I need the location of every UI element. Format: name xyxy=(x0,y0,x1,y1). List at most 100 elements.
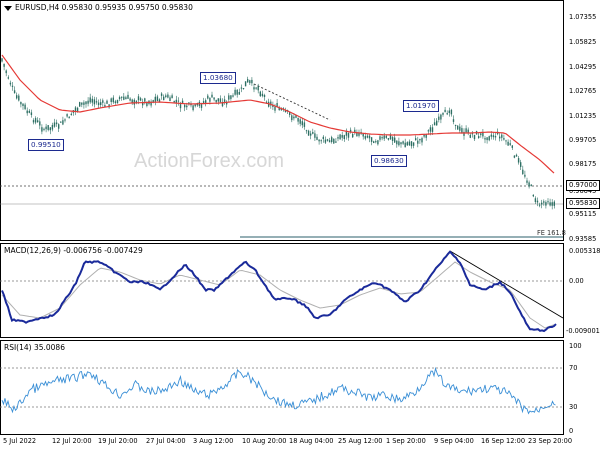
candle-body xyxy=(139,98,142,101)
candle-body xyxy=(13,90,16,94)
macd-main-line xyxy=(1,250,557,333)
candle-body xyxy=(125,97,127,100)
candle-body xyxy=(215,99,217,103)
candle-body xyxy=(322,136,324,139)
annotation-low: 0.99510 xyxy=(28,139,64,151)
candle-body xyxy=(223,99,226,102)
candle-body xyxy=(545,202,547,206)
candle-body xyxy=(205,100,207,103)
candle-body xyxy=(45,126,47,130)
candle-body xyxy=(34,118,37,123)
candle-body xyxy=(383,135,385,139)
y-tick: 0.93585 xyxy=(569,235,597,243)
price-tag-level: 0.97000 xyxy=(566,180,600,191)
candle-body xyxy=(465,128,467,133)
candle-body xyxy=(207,95,209,99)
candle-body xyxy=(316,136,318,140)
candle-body xyxy=(513,155,516,158)
candle-body xyxy=(404,142,406,148)
candle-body xyxy=(488,136,490,141)
candle-body xyxy=(76,107,79,112)
candle-body xyxy=(454,124,457,126)
candle-body xyxy=(520,162,522,167)
candle-body xyxy=(144,98,146,102)
candle-body xyxy=(526,180,528,183)
candle-body xyxy=(379,136,381,140)
candle-body xyxy=(7,77,9,79)
candle-body xyxy=(100,102,102,105)
candle-body xyxy=(484,138,486,140)
candle-body xyxy=(106,100,108,104)
candle-body xyxy=(402,141,404,144)
candle-body xyxy=(104,105,106,107)
candle-body xyxy=(368,135,371,139)
candle-body xyxy=(49,127,51,131)
candle-body xyxy=(165,95,167,97)
candle-body xyxy=(3,63,5,67)
candle-body xyxy=(505,140,507,142)
candle-body xyxy=(110,98,112,102)
candle-body xyxy=(499,136,501,139)
macd-signal-line xyxy=(1,261,555,329)
candle-body xyxy=(68,116,70,119)
candle-body xyxy=(457,125,459,130)
candle-body xyxy=(9,82,12,85)
candle-body xyxy=(156,96,159,101)
candle-body xyxy=(486,137,488,141)
candle-body xyxy=(421,138,423,143)
candle-body xyxy=(452,119,455,122)
fib-label: FE 161.8 xyxy=(537,229,566,237)
candle-body xyxy=(169,97,171,101)
macd-trendline xyxy=(449,250,564,319)
candle-body xyxy=(541,202,543,205)
candle-body xyxy=(419,139,421,141)
rsi-y-tick: 30 xyxy=(569,403,578,411)
candle-body xyxy=(257,86,259,91)
candle-body xyxy=(127,94,129,99)
candle-body xyxy=(299,119,301,124)
candle-body xyxy=(18,95,20,101)
annotation-high: 1.03680 xyxy=(200,72,236,84)
candle-body xyxy=(83,102,85,105)
candle-body xyxy=(137,96,140,101)
candle-body xyxy=(507,141,509,146)
candle-body xyxy=(408,141,411,146)
x-tick: 19 Jul 20:00 xyxy=(98,437,138,445)
candle-body xyxy=(534,198,537,202)
candle-body xyxy=(93,99,96,105)
candle-body xyxy=(461,128,463,133)
rsi-y-tick: 0 xyxy=(569,427,574,435)
x-tick: 27 Jul 04:00 xyxy=(146,437,186,445)
candle-body xyxy=(473,134,476,140)
candle-body xyxy=(400,142,402,145)
candle-body xyxy=(236,89,238,95)
candle-body xyxy=(274,106,276,111)
x-tick: 1 Sep 20:00 xyxy=(386,437,426,445)
candle-body xyxy=(446,113,448,115)
candle-body xyxy=(55,122,58,125)
candle-body xyxy=(26,110,28,114)
candle-body xyxy=(95,101,98,103)
watermark: ActionForex.com xyxy=(134,150,285,172)
candle-body xyxy=(118,97,121,100)
candle-body xyxy=(396,140,398,145)
candle-body xyxy=(58,124,60,129)
candle-body xyxy=(341,135,343,138)
candle-body xyxy=(228,95,230,100)
candle-body xyxy=(230,95,232,99)
candle-body xyxy=(209,97,211,102)
price-tag-current: 0.95830 xyxy=(566,198,600,209)
candle-body xyxy=(253,87,255,90)
candle-body xyxy=(22,103,24,106)
candle-body xyxy=(123,96,125,100)
candle-body xyxy=(16,95,18,99)
macd-y-tick: -0.009001 xyxy=(566,327,600,335)
candle-body xyxy=(247,79,249,83)
candle-body xyxy=(263,95,266,97)
candle-body xyxy=(171,95,173,99)
y-tick: 1.01235 xyxy=(569,112,597,120)
candle-body xyxy=(410,141,413,147)
candle-body xyxy=(238,92,240,95)
candle-body xyxy=(312,132,314,134)
candle-body xyxy=(219,98,222,103)
